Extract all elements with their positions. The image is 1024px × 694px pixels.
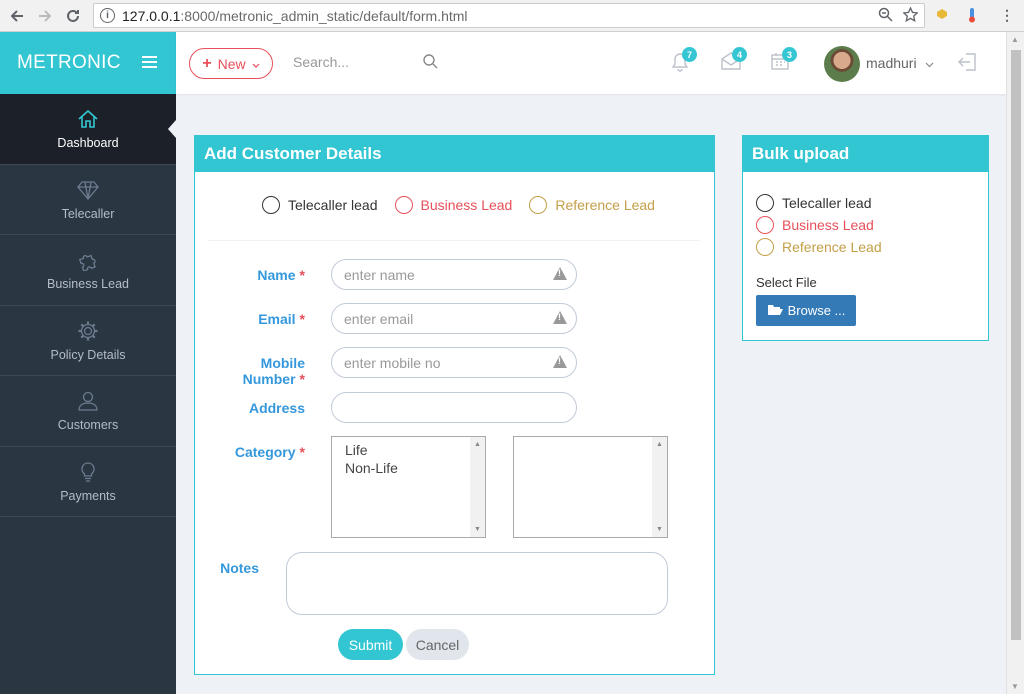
browser-toolbar: i 127.0.0.1:8000/metronic_admin_static/d… — [0, 0, 1024, 32]
gear-icon — [77, 319, 99, 343]
calendar-button[interactable]: 3 — [771, 47, 797, 73]
new-button-label: New — [217, 55, 246, 72]
inbox-button[interactable]: 4 — [721, 47, 747, 73]
cancel-button[interactable]: Cancel — [406, 629, 469, 660]
listbox-scrollbar[interactable]: ▲ ▼ — [652, 437, 667, 537]
sidebar-item-label: Business Lead — [46, 277, 129, 292]
address-bar[interactable]: i 127.0.0.1:8000/metronic_admin_static/d… — [93, 3, 925, 28]
category-option[interactable]: Life — [332, 441, 485, 459]
sidebar-item-label: Telecaller — [61, 206, 115, 221]
folder-open-icon — [767, 303, 783, 319]
bookmark-star-icon[interactable] — [902, 6, 919, 26]
portlet-title: Bulk upload — [743, 136, 988, 172]
scroll-thumb[interactable] — [1011, 50, 1021, 640]
url-host: 127.0.0.1 — [122, 7, 181, 24]
address-field[interactable] — [331, 392, 577, 423]
notes-textarea[interactable] — [286, 552, 668, 615]
notifications-button[interactable]: 7 — [671, 47, 697, 75]
category-label: Category * — [234, 444, 305, 460]
lead-type-group: Telecaller lead Business Lead Reference … — [262, 196, 655, 214]
notifications-badge: 7 — [682, 47, 697, 62]
lightbulb-icon — [77, 460, 99, 484]
search-input[interactable]: Search... — [293, 54, 443, 70]
divider — [208, 240, 700, 241]
forward-arrow-icon[interactable] — [31, 2, 59, 30]
bulk-upload-portlet: Bulk upload Telecaller lead Business Lea… — [742, 135, 989, 341]
thermometer-extension-icon[interactable] — [967, 7, 977, 26]
name-label: Name * — [257, 267, 305, 283]
extension-icon[interactable] — [936, 7, 948, 23]
notes-label: Notes — [220, 560, 259, 576]
sidebar-item-label: Dashboard — [57, 136, 119, 151]
submit-button[interactable]: Submit — [338, 629, 403, 660]
top-header: + New Search... 7 4 3 madhuri — [176, 32, 1006, 94]
search-icon[interactable] — [423, 54, 438, 72]
scroll-up-icon[interactable]: ▲ — [1011, 35, 1019, 44]
bulk-radio-reference-lead[interactable]: Reference Lead — [756, 238, 882, 256]
bulk-radio-business-lead[interactable]: Business Lead — [756, 216, 882, 234]
mobile-label: Mobile Number * — [242, 355, 305, 387]
browse-button-label: Browse ... — [787, 303, 846, 318]
sidebar-item-label: Policy Details — [50, 347, 126, 362]
listbox-scrollbar[interactable]: ▲ ▼ — [470, 437, 485, 537]
scroll-down-icon[interactable]: ▼ — [1011, 682, 1019, 691]
diamond-icon — [77, 178, 99, 202]
chevron-down-icon — [252, 56, 260, 72]
page-scrollbar[interactable]: ▲ ▼ — [1006, 32, 1024, 694]
brand-logo[interactable]: METRONIC — [17, 52, 121, 74]
sidebar-item-payments[interactable]: Payments — [0, 447, 176, 517]
menu-toggle-icon[interactable] — [142, 56, 157, 71]
new-button[interactable]: + New — [189, 48, 273, 79]
bulk-radio-telecaller-lead[interactable]: Telecaller lead — [756, 194, 882, 212]
category-listbox[interactable]: Life Non-Life ▲ ▼ — [331, 436, 486, 538]
bulk-lead-type-group: Telecaller lead Business Lead Reference … — [756, 194, 882, 256]
sidebar: METRONIC Dashboard Telecaller Business L… — [0, 32, 176, 694]
brand-bar: METRONIC — [0, 32, 176, 94]
sidebar-item-label: Payments — [60, 488, 116, 503]
logout-icon[interactable] — [958, 52, 978, 75]
email-field[interactable]: enter email — [331, 303, 577, 334]
mobile-field[interactable]: enter mobile no — [331, 347, 577, 378]
portlet-title: Add Customer Details — [195, 136, 714, 172]
puzzle-icon — [77, 248, 99, 272]
browse-button[interactable]: Browse ... — [756, 295, 856, 326]
browser-menu-icon[interactable]: ⋮ — [1000, 7, 1014, 24]
sidebar-item-label: Customers — [57, 418, 119, 433]
sidebar-item-customers[interactable]: Customers — [0, 376, 176, 447]
inbox-badge: 4 — [732, 47, 747, 62]
username-label: madhuri — [866, 55, 917, 71]
name-field[interactable]: enter name — [331, 259, 577, 290]
user-menu[interactable]: madhuri — [866, 55, 934, 71]
radio-reference-lead[interactable]: Reference Lead — [529, 196, 655, 214]
zoom-icon[interactable] — [878, 7, 893, 26]
address-label: Address — [248, 400, 305, 416]
select-file-label: Select File — [756, 275, 817, 290]
selected-category-listbox[interactable]: ▲ ▼ — [513, 436, 668, 538]
radio-business-lead[interactable]: Business Lead — [394, 196, 512, 214]
sidebar-item-telecaller[interactable]: Telecaller — [0, 165, 176, 235]
email-label: Email * — [258, 311, 305, 327]
calendar-badge: 3 — [782, 47, 797, 62]
url-path: :8000/metronic_admin_static/default/form… — [180, 7, 468, 24]
avatar[interactable] — [824, 46, 860, 82]
user-icon — [77, 389, 99, 413]
back-arrow-icon[interactable] — [3, 2, 31, 30]
home-icon — [77, 107, 99, 131]
plus-icon: + — [202, 54, 212, 72]
warning-icon — [553, 355, 567, 368]
category-option[interactable]: Non-Life — [332, 459, 485, 477]
sidebar-item-dashboard[interactable]: Dashboard — [0, 94, 176, 165]
reload-icon[interactable] — [59, 2, 87, 30]
warning-icon — [553, 267, 567, 280]
sidebar-item-business-lead[interactable]: Business Lead — [0, 235, 176, 306]
radio-telecaller-lead[interactable]: Telecaller lead — [262, 196, 378, 214]
warning-icon — [553, 311, 567, 324]
info-icon[interactable]: i — [100, 8, 115, 23]
sidebar-item-policy-details[interactable]: Policy Details — [0, 306, 176, 376]
add-customer-portlet: Add Customer Details Telecaller lead Bus… — [194, 135, 715, 675]
